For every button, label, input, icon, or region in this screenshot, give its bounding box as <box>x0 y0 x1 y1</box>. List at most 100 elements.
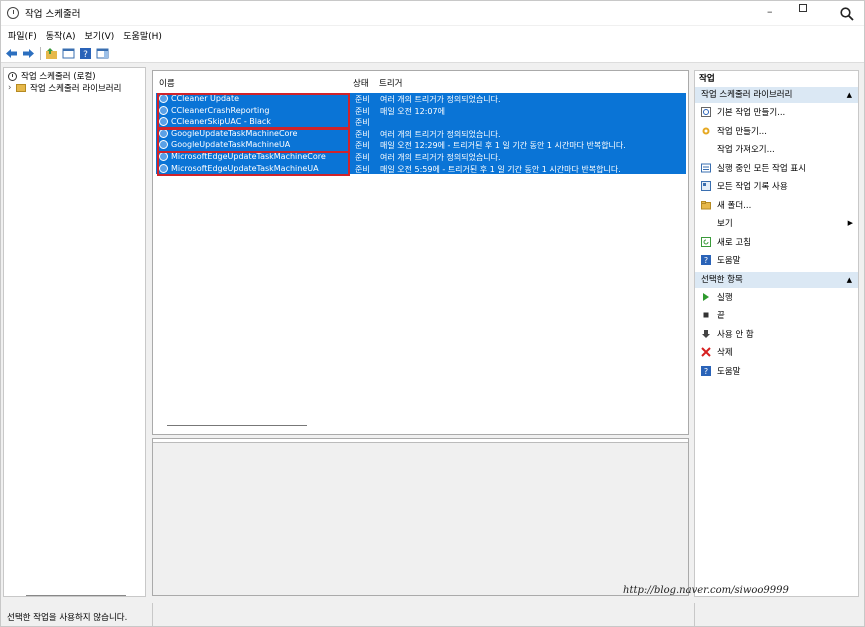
table-row[interactable]: GoogleUpdateTaskMachineUA 준비 매일 오전 12:29… <box>156 139 686 151</box>
action-pane-icon[interactable] <box>96 47 109 60</box>
task-trigger: 여러 개의 트리거가 정의되었습니다. <box>380 129 501 139</box>
task-status: 준비 <box>355 129 370 139</box>
action-view[interactable]: 보기 ▶ <box>695 214 858 233</box>
toolbar-separator <box>40 46 41 60</box>
running-tasks-icon <box>701 163 711 173</box>
task-name: CCleanerSkipUAC - Black <box>171 117 271 127</box>
refresh-icon <box>701 236 711 247</box>
tree-library-label: 작업 스케줄러 라이브러리 <box>30 84 122 94</box>
collapse-caret-icon[interactable]: ▲ <box>847 272 852 288</box>
task-name: CCleanerCrashReporting <box>171 105 270 115</box>
action-run[interactable]: 실행 <box>695 288 858 307</box>
action-label: 작업 만들기... <box>717 126 767 137</box>
task-scheduler-app-icon <box>7 7 19 19</box>
details-header-strip <box>153 439 688 443</box>
menu-file[interactable]: 파일(F) <box>8 29 37 42</box>
action-end[interactable]: 끝 <box>695 306 858 325</box>
action-show-running-tasks[interactable]: 실행 중인 모든 작업 표시 <box>695 159 858 178</box>
column-header-status[interactable]: 상태 <box>353 77 369 89</box>
library-actions-section[interactable]: 작업 스케줄러 라이브러리 ▲ <box>695 87 858 103</box>
table-row[interactable]: CCleanerSkipUAC - Black 준비 <box>156 116 686 128</box>
horizontal-scrollbar[interactable] <box>26 595 126 596</box>
search-icon[interactable] <box>840 7 854 21</box>
action-delete[interactable]: 삭제 <box>695 343 858 362</box>
task-status: 준비 <box>355 95 370 104</box>
table-row[interactable]: MicrosoftEdgeUpdateTaskMachineUA 준비 매일 오… <box>156 162 686 175</box>
task-clock-icon <box>159 151 168 161</box>
status-text: 선택한 작업을 사용하지 않습니다. <box>7 613 128 623</box>
menu-help[interactable]: 도움말(H) <box>123 29 162 42</box>
action-selected-help[interactable]: ? 도움말 <box>695 362 858 381</box>
task-status: 준비 <box>355 118 370 128</box>
task-clock-icon <box>159 140 168 150</box>
table-row[interactable]: MicrosoftEdgeUpdateTaskMachineCore 준비 여러… <box>156 150 686 163</box>
status-separator <box>694 603 695 626</box>
column-header-name[interactable]: 이름 <box>159 77 175 89</box>
basic-task-icon <box>701 107 711 118</box>
maximize-button[interactable] <box>799 4 807 12</box>
action-help[interactable]: ? 도움말 <box>695 251 858 270</box>
tree-root-item[interactable]: 작업 스케줄러 (로컬) <box>4 70 145 82</box>
toolbar: ? <box>1 44 864 63</box>
up-folder-icon[interactable] <box>45 47 58 60</box>
menu-action[interactable]: 동작(A) <box>46 29 76 42</box>
task-scheduler-icon <box>8 71 17 81</box>
column-header-trigger[interactable]: 트리거 <box>379 77 402 89</box>
title-bar: 작업 스케줄러 – <box>1 1 864 25</box>
forward-arrow-icon[interactable] <box>22 47 35 60</box>
table-row[interactable]: CCleanerCrashReporting 준비 매일 오전 12:07에 <box>156 104 686 117</box>
task-name: GoogleUpdateTaskMachineCore <box>171 128 298 138</box>
task-clock-icon <box>159 94 168 103</box>
menu-view[interactable]: 보기(V) <box>85 29 115 42</box>
task-status: 준비 <box>355 106 370 116</box>
action-import-task[interactable]: 작업 가져오기... <box>695 140 858 159</box>
help-icon[interactable]: ? <box>79 47 92 60</box>
task-clock-icon <box>159 105 168 115</box>
task-list-scrollbar[interactable] <box>167 425 307 426</box>
action-enable-history[interactable]: 모든 작업 기록 사용 <box>695 177 858 196</box>
create-task-icon <box>702 127 710 135</box>
expand-chevron-icon[interactable]: › <box>8 83 16 93</box>
action-new-folder[interactable]: 새 폴더... <box>695 196 858 215</box>
task-list-pane: 이름 상태 트리거 CCleaner Update 준비 여러 개의 트리거가 … <box>152 70 689 435</box>
help-icon: ? <box>701 365 711 376</box>
task-trigger: 여러 개의 트리거가 정의되었습니다. <box>380 152 501 162</box>
console-tree-icon[interactable] <box>62 47 75 60</box>
action-create-basic-task[interactable]: 기본 작업 만들기... <box>695 103 858 122</box>
task-name: MicrosoftEdgeUpdateTaskMachineCore <box>171 151 326 161</box>
action-refresh[interactable]: 새로 고침 <box>695 233 858 252</box>
svg-text:?: ? <box>704 256 708 265</box>
action-label: 삭제 <box>717 348 733 359</box>
back-arrow-icon[interactable] <box>5 47 18 60</box>
end-icon <box>703 312 709 318</box>
view-blank-icon <box>701 218 711 228</box>
table-row[interactable]: CCleaner Update 준비 여러 개의 트리거가 정의되었습니다. <box>156 93 686 105</box>
blog-watermark: http://blog.naver.com/siwoo9999 <box>623 585 789 596</box>
help-icon: ? <box>701 255 711 266</box>
section-label: 작업 스케줄러 라이브러리 <box>701 90 793 100</box>
action-create-task[interactable]: 작업 만들기... <box>695 122 858 141</box>
task-table-body: CCleaner Update 준비 여러 개의 트리거가 정의되었습니다. C… <box>156 93 686 176</box>
task-name: GoogleUpdateTaskMachineUA <box>171 140 291 150</box>
action-label: 도움말 <box>717 366 741 377</box>
tree-library-item[interactable]: › 작업 스케줄러 라이브러리 <box>4 82 145 94</box>
tree-root-label: 작업 스케줄러 (로컬) <box>21 72 96 82</box>
action-label: 새로 고침 <box>717 237 751 248</box>
task-name: MicrosoftEdgeUpdateTaskMachineUA <box>171 163 319 173</box>
task-clock-icon <box>159 163 168 173</box>
status-separator <box>152 603 153 626</box>
task-trigger: 매일 오전 5:59에 - 트리거된 후 1 일 기간 동안 1 시간마다 반복… <box>380 164 621 174</box>
minimize-button[interactable]: – <box>767 5 773 18</box>
task-status: 준비 <box>355 141 370 151</box>
column-headers: 이름 상태 트리거 <box>153 71 688 91</box>
collapse-caret-icon[interactable]: ▲ <box>847 87 852 103</box>
table-row[interactable]: GoogleUpdateTaskMachineCore 준비 여러 개의 트리거… <box>156 127 686 140</box>
selected-item-section[interactable]: 선택한 항목 ▲ <box>695 271 858 288</box>
actions-heading: 작업 <box>699 74 715 84</box>
action-label: 실행 <box>717 292 733 303</box>
action-disable[interactable]: 사용 안 함 <box>695 325 858 344</box>
actions-pane: 작업 작업 스케줄러 라이브러리 ▲ 기본 작업 만들기... 작업 만들기..… <box>694 70 859 597</box>
action-label: 모든 작업 기록 사용 <box>717 182 788 193</box>
task-name: CCleaner Update <box>171 94 240 103</box>
status-bar: 선택한 작업을 사용하지 않습니다. <box>1 603 864 626</box>
